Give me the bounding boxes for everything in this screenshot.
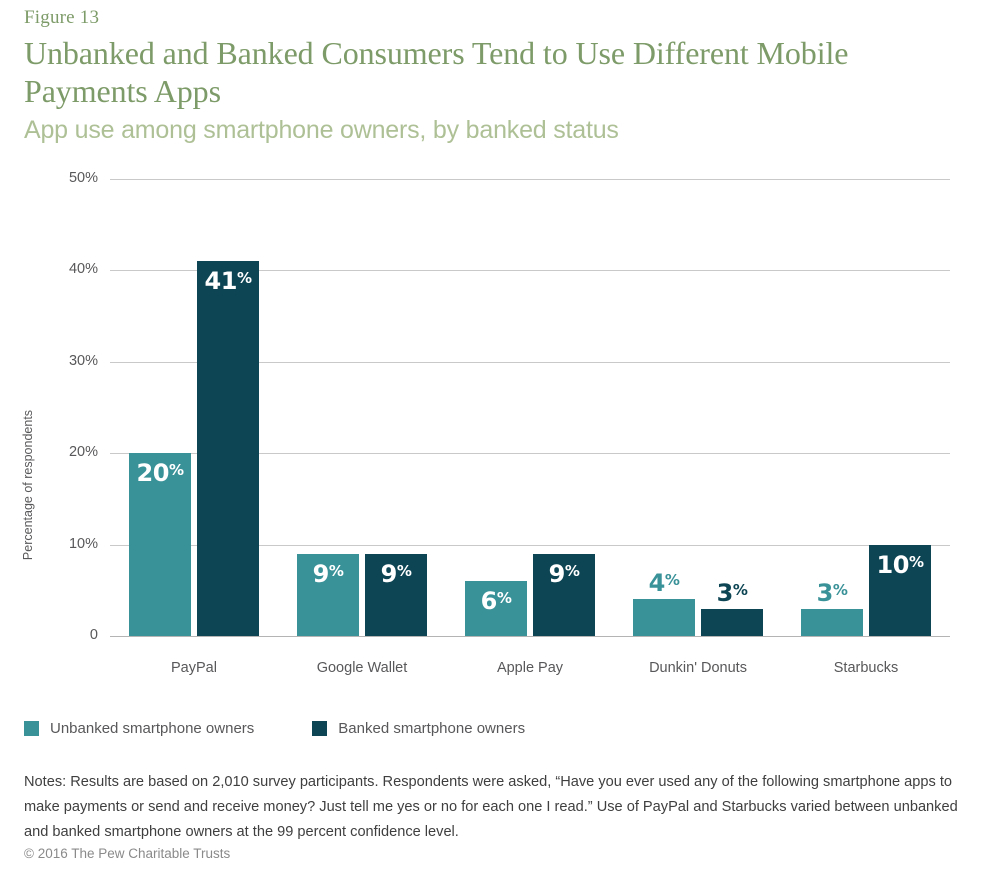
chart-header: Figure 13 Unbanked and Banked Consumers … — [24, 6, 964, 146]
legend-swatch-icon — [24, 721, 39, 736]
bar-value-label: 4% — [648, 569, 680, 598]
bar-unbanked — [801, 608, 863, 636]
bar-value-label: 3% — [816, 578, 848, 607]
bar-value-label: 6% — [480, 587, 512, 616]
bar-unbanked — [633, 599, 695, 636]
x-axis-label-google-wallet: Google Wallet — [316, 660, 408, 676]
figure-number: Figure 13 — [24, 7, 100, 28]
y-axis-tick-label: 20% — [68, 444, 98, 461]
bar-value-label: 20% — [136, 459, 184, 488]
y-axis-tick-label: 50% — [68, 170, 98, 186]
legend-label: Banked smartphone owners — [338, 720, 526, 737]
chart-plot-area: Percentage of respondents 0 10% 20% 30% 40% 5… — [0, 160, 990, 680]
legend-item-banked[interactable]: Banked smartphone owners — [312, 720, 525, 737]
copyright-line: © 2016 The Pew Charitable Trusts — [24, 846, 231, 861]
x-axis-label-starbucks: Starbucks — [833, 660, 899, 676]
chart-notes: Notes: Results are based on 2,010 survey… — [24, 774, 958, 840]
x-axis-label-apple-pay: Apple Pay — [496, 660, 564, 676]
bar-banked — [197, 261, 259, 636]
bar-banked — [701, 608, 763, 636]
y-axis-tick-label: 10% — [68, 535, 98, 552]
gridline — [110, 179, 950, 180]
y-axis-tick-label: 30% — [68, 352, 98, 369]
x-axis-label-paypal: PayPal — [171, 660, 217, 676]
chart-subtitle: App use among smartphone owners, by bank… — [24, 116, 619, 144]
bar-value-label: 9% — [380, 559, 412, 588]
bar-value-label: 9% — [548, 559, 580, 588]
bar-value-label: 41% — [204, 267, 252, 296]
legend-label: Unbanked smartphone owners — [50, 720, 255, 737]
x-axis-label-dunkin-donuts: Dunkin' Donuts — [649, 660, 747, 676]
gridline — [110, 636, 950, 637]
y-axis-tick-label: 0 — [89, 627, 98, 643]
chart-legend: Unbanked smartphone owners Banked smartph… — [24, 720, 583, 737]
bar-value-label: 9% — [312, 559, 344, 588]
bar-value-label: 10% — [876, 550, 924, 579]
y-axis-tick-label: 40% — [68, 261, 98, 278]
bar-value-label: 3% — [716, 578, 748, 607]
legend-swatch-icon — [312, 721, 328, 736]
chart-title: Unbanked and Banked Consumers Tend to Us… — [24, 35, 849, 109]
legend-item-unbanked[interactable]: Unbanked smartphone owners — [24, 720, 254, 737]
